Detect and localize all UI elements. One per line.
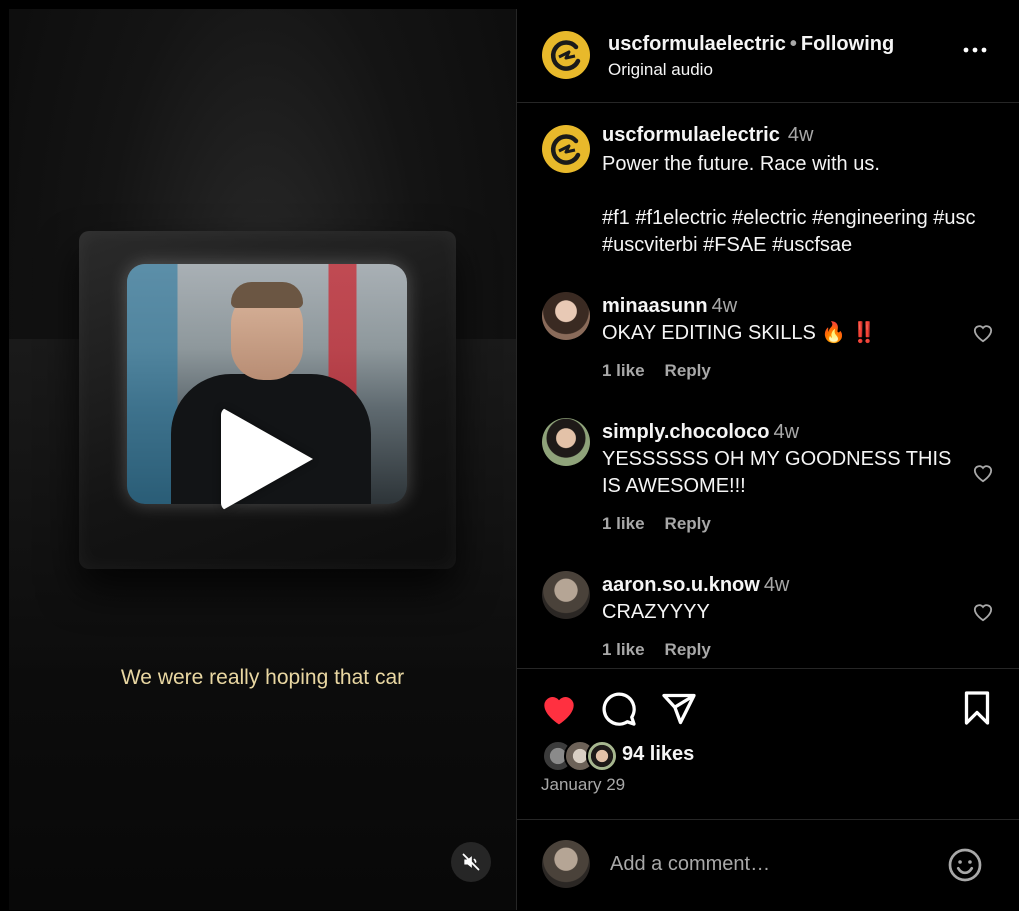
usc-formula-electric-logo-icon — [550, 40, 581, 71]
header-username[interactable]: uscformulaelectric — [608, 33, 786, 55]
video-person-hair — [231, 282, 303, 308]
comment-meta: 1 like Reply — [602, 640, 731, 660]
reply-button[interactable]: Reply — [665, 640, 711, 659]
comment-likes[interactable]: 1 like — [602, 640, 645, 659]
hashtags-line-1[interactable]: #f1 #f1electric #electric #engineering #… — [602, 205, 1012, 232]
comment-username-line: simply.chocoloco 4w — [602, 421, 799, 444]
caption-hashtags: #f1 #f1electric #electric #engineering #… — [602, 205, 1012, 259]
comment-username[interactable]: aaron.so.u.know — [602, 574, 760, 596]
comment-likes[interactable]: 1 like — [602, 514, 645, 533]
post-modal: We were really hoping that car uscformul… — [9, 9, 1019, 910]
current-user-avatar — [542, 840, 590, 888]
comment-meta: 1 like Reply — [602, 514, 731, 534]
comment-like-heart-icon[interactable] — [972, 602, 994, 622]
actions-divider — [517, 668, 1019, 669]
comment-username-line: aaron.so.u.know 4w — [602, 574, 789, 597]
heart-filled-icon[interactable] — [540, 692, 578, 726]
video-frame-tv — [79, 231, 456, 569]
header-separator: • — [789, 33, 797, 55]
comment-time: 4w — [763, 574, 790, 596]
video-player[interactable]: We were really hoping that car — [9, 9, 516, 910]
caption-avatar[interactable] — [542, 125, 590, 173]
reply-button[interactable]: Reply — [665, 361, 711, 380]
comment-like-heart-icon[interactable] — [972, 323, 994, 343]
comment-meta: 1 like Reply — [602, 361, 731, 381]
comment-text: YESSSSSS OH MY GOODNESS THIS IS AWESOME!… — [602, 448, 952, 497]
more-horizontal-icon — [963, 47, 987, 53]
comment-text: CRAZYYYY — [602, 601, 710, 623]
caption-username-line: uscformulaelectric 4w — [602, 124, 813, 147]
comment-icon[interactable] — [601, 691, 637, 727]
comment-avatar[interactable] — [542, 418, 590, 466]
original-audio-link[interactable]: Original audio — [608, 60, 713, 80]
liker-avatar — [586, 740, 618, 772]
video-subtitle: We were really hoping that car — [120, 666, 405, 689]
hashtags-line-2[interactable]: #uscviterbi #FSAE #uscfsae — [602, 232, 1012, 259]
post-date[interactable]: January 29 — [541, 775, 625, 795]
reply-button[interactable]: Reply — [665, 514, 711, 533]
comment-username[interactable]: simply.chocoloco — [602, 421, 769, 443]
comment-avatar[interactable] — [542, 292, 590, 340]
mute-button[interactable] — [451, 842, 491, 882]
bookmark-icon[interactable] — [959, 690, 995, 726]
caption-text: Power the future. Race with us. — [602, 153, 880, 175]
likes-summary[interactable]: 94 likes — [542, 740, 842, 772]
header-user-line: uscformulaelectric • Following — [608, 33, 894, 56]
comment-like-heart-icon[interactable] — [972, 463, 994, 483]
comment-likes[interactable]: 1 like — [602, 361, 645, 380]
comment-avatar[interactable] — [542, 571, 590, 619]
comment-time: 4w — [711, 295, 738, 317]
add-comment-bar — [517, 819, 1019, 911]
likes-count[interactable]: 94 likes — [622, 743, 694, 766]
post-side-panel: uscformulaelectric • Following Original au… — [516, 9, 1019, 910]
author-avatar[interactable] — [542, 31, 590, 79]
post-actions — [517, 689, 1019, 729]
send-icon[interactable] — [661, 691, 697, 727]
muted-speaker-icon — [462, 853, 480, 871]
caption-username[interactable]: uscformulaelectric — [602, 124, 780, 146]
caption-time: 4w — [787, 124, 814, 146]
comment-text: OKAY EDITING SKILLS 🔥 ‼️ — [602, 322, 877, 344]
post-header: uscformulaelectric • Following Original au… — [517, 9, 1019, 103]
usc-formula-electric-logo-icon — [550, 134, 581, 165]
more-options-button[interactable] — [962, 37, 988, 70]
add-comment-input[interactable] — [608, 852, 932, 877]
emoji-icon[interactable] — [947, 847, 983, 883]
play-icon[interactable] — [221, 407, 313, 511]
following-button[interactable]: Following — [801, 33, 894, 55]
comment-username-line: minaasunn 4w — [602, 295, 737, 318]
comment-username[interactable]: minaasunn — [602, 295, 708, 317]
comment-time: 4w — [773, 421, 800, 443]
